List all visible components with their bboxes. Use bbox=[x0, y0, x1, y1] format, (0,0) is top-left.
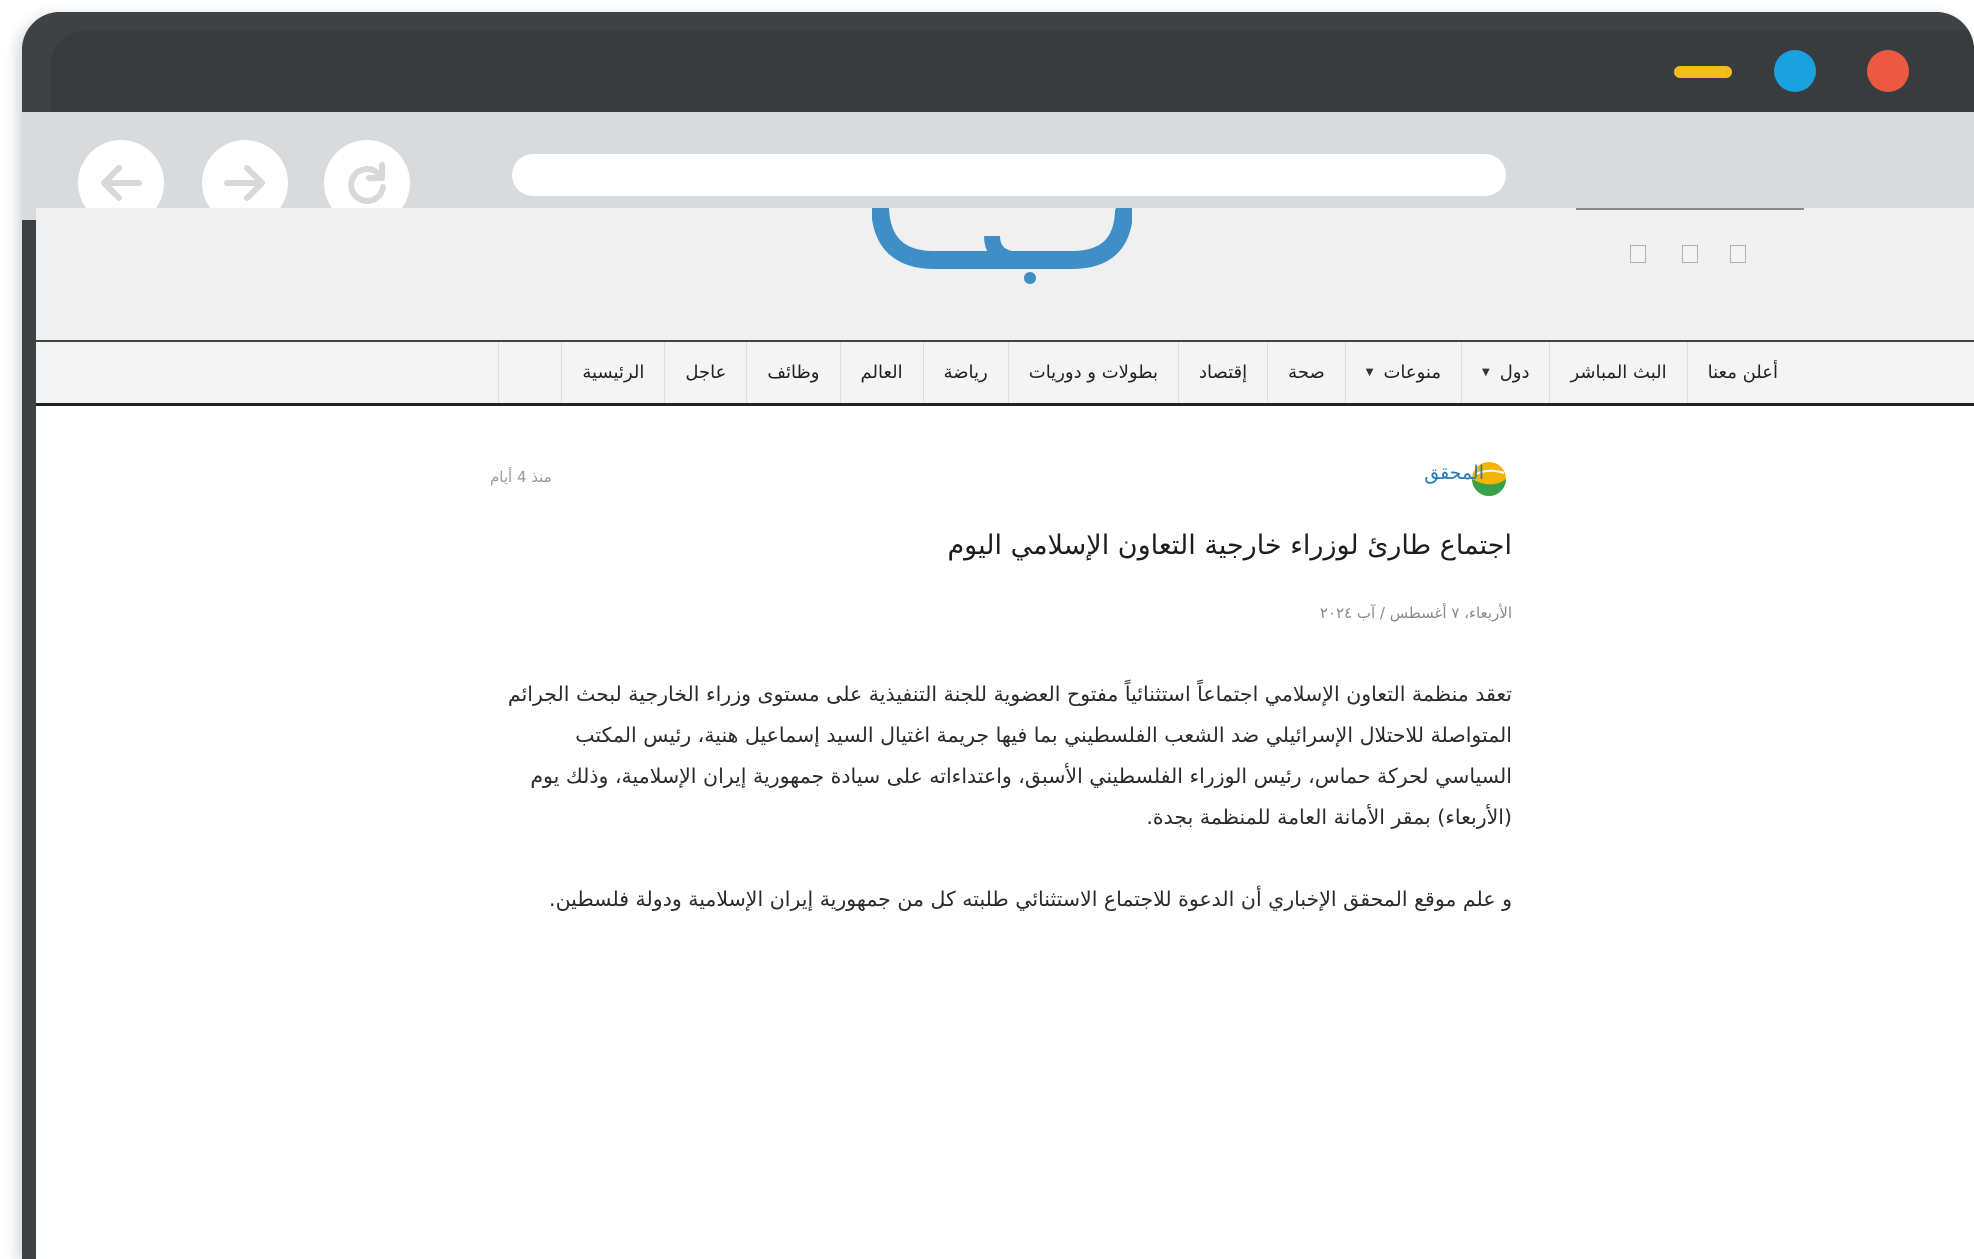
nav-item[interactable]: بطولات و دوريات bbox=[1007, 342, 1178, 403]
nav-item-label: إقتصاد bbox=[1199, 362, 1248, 383]
address-bar[interactable] bbox=[512, 154, 1506, 196]
nav-item-label: دول bbox=[1499, 362, 1530, 383]
arrow-right-icon bbox=[224, 165, 265, 201]
caret-down-icon: ▼ bbox=[1365, 367, 1374, 378]
nav-item-label: منوعات bbox=[1383, 362, 1441, 383]
caret-down-icon: ▼ bbox=[1481, 367, 1490, 378]
site-logo[interactable] bbox=[872, 208, 1132, 293]
article-body: تعقد منظمة التعاون الإسلامي اجتماعاً است… bbox=[492, 674, 1512, 961]
article-paragraph: تعقد منظمة التعاون الإسلامي اجتماعاً است… bbox=[507, 682, 1512, 829]
social-icon[interactable] bbox=[1730, 245, 1746, 263]
nav-item-label: صحة bbox=[1288, 362, 1325, 383]
nav-item[interactable]: أعلن معنا bbox=[1686, 342, 1798, 403]
nav-item-label: بطولات و دوريات bbox=[1028, 362, 1159, 383]
browser-toolbar bbox=[22, 112, 1974, 226]
nav-item[interactable]: دول ▼ bbox=[1460, 342, 1550, 403]
article-paragraph: و علم موقع المحقق الإخباري أن الدعوة للا… bbox=[549, 887, 1512, 911]
nav-item-label: الرئيسية bbox=[582, 362, 645, 383]
maximize-icon[interactable] bbox=[1774, 50, 1816, 92]
nav-item-label: العالم bbox=[860, 362, 903, 383]
nav-item[interactable]: إقتصاد bbox=[1178, 342, 1267, 403]
nav-item-label: وظائف bbox=[767, 362, 820, 383]
site-header bbox=[36, 208, 1974, 340]
social-icon[interactable] bbox=[1682, 245, 1698, 263]
nav-item[interactable]: منوعات ▼ bbox=[1344, 342, 1461, 403]
nav-item[interactable]: صحة bbox=[1267, 342, 1345, 403]
nav-item-label: البث المباشر bbox=[1570, 362, 1667, 383]
article-time-ago: منذ 4 أيام bbox=[490, 468, 552, 486]
nav-item-label: أعلن معنا bbox=[1707, 362, 1778, 383]
nav-item[interactable]: العالم bbox=[839, 342, 923, 403]
reload-icon bbox=[348, 162, 386, 204]
article-date: الأربعاء، ٧ أغسطس / آب ٢٠٢٤ bbox=[1319, 604, 1512, 622]
nav-item[interactable]: عاجل bbox=[664, 342, 746, 403]
nav-item[interactable]: وظائف bbox=[746, 342, 839, 403]
title-bar bbox=[22, 12, 1974, 120]
nav-item-label: عاجل bbox=[685, 362, 727, 383]
article-headline: اجتماع طارئ لوزراء خارجية التعاون الإسلا… bbox=[947, 530, 1512, 561]
nav-item-label: رياضة bbox=[943, 362, 988, 383]
web-page: الرئيسية عاجل وظائف العالم رياضة بطولات و دور… bbox=[36, 208, 1974, 1259]
nav-item[interactable]: الرئيسية bbox=[561, 342, 664, 403]
article-source[interactable]: المحقق bbox=[1424, 462, 1484, 484]
social-icon[interactable] bbox=[1630, 245, 1646, 263]
close-icon[interactable] bbox=[1867, 50, 1909, 92]
main-nav-list: الرئيسية عاجل وظائف العالم رياضة بطولات و دور… bbox=[498, 342, 1798, 403]
minimize-icon[interactable] bbox=[1674, 66, 1732, 78]
nav-item[interactable]: البث المباشر bbox=[1549, 342, 1686, 403]
browser-window: الرئيسية عاجل وظائف العالم رياضة بطولات و دور… bbox=[22, 12, 1974, 1259]
article-meta: المحقق منذ 4 أيام bbox=[36, 460, 1974, 500]
main-nav: الرئيسية عاجل وظائف العالم رياضة بطولات و دور… bbox=[36, 340, 1974, 406]
arrow-left-icon bbox=[101, 165, 142, 201]
header-divider bbox=[1576, 208, 1804, 210]
nav-item[interactable]: رياضة bbox=[922, 342, 1008, 403]
